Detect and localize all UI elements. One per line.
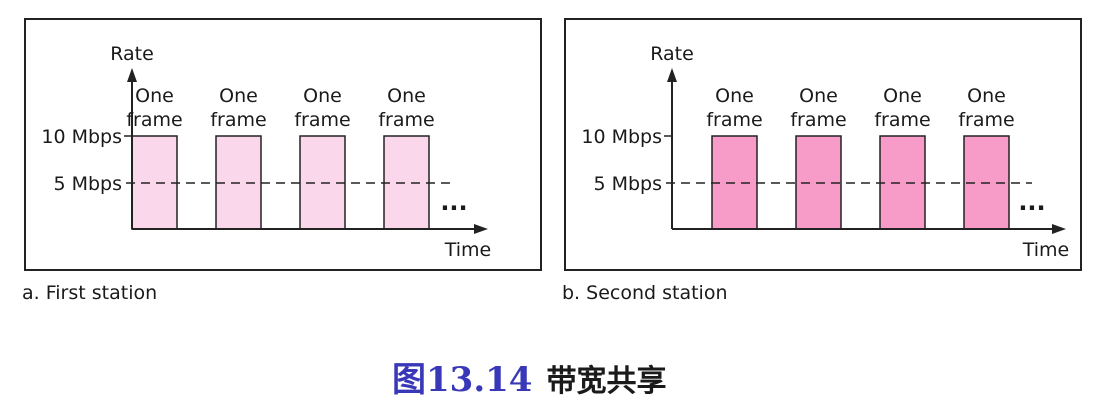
frame-label: One — [303, 85, 342, 107]
frame-label: frame — [210, 109, 266, 131]
frame-label: One — [967, 85, 1006, 107]
frame-label: One — [219, 85, 258, 107]
frame-label: One — [387, 85, 426, 107]
continuation-dots: ... — [1018, 188, 1045, 216]
frame-block — [383, 135, 430, 230]
tick-label-10mbps: 10 Mbps — [41, 126, 122, 148]
x-axis-label: Time — [1022, 239, 1070, 261]
frame-label: frame — [294, 109, 350, 131]
x-axis-arrow-icon — [474, 224, 488, 234]
y-axis-arrow-icon — [127, 68, 137, 82]
x-axis-label: Time — [444, 239, 492, 261]
frame-label: frame — [874, 109, 930, 131]
frame-label: One — [883, 85, 922, 107]
panel-first-station: Rate Time 10 Mbps 5 Mbps ... One frame One… — [24, 18, 542, 271]
frame-label: frame — [790, 109, 846, 131]
diagram-first-station: Rate Time 10 Mbps 5 Mbps ... OneframeOne… — [41, 43, 492, 261]
frame-label: One — [135, 85, 174, 107]
tick-label-10mbps: 10 Mbps — [581, 126, 662, 148]
tick-label-5mbps: 5 Mbps — [593, 173, 662, 195]
frame-label: frame — [378, 109, 434, 131]
tick-label-5mbps: 5 Mbps — [53, 173, 122, 195]
frame-label: One — [715, 85, 754, 107]
diagram-second-station: Rate Time 10 Mbps 5 Mbps ... OneframeOne… — [581, 43, 1070, 261]
y-axis-label: Rate — [110, 43, 154, 65]
frame-block — [879, 135, 926, 230]
caption-first-station: a. First station — [22, 282, 158, 304]
y-axis-arrow-icon — [667, 68, 677, 82]
y-axis-label: Rate — [650, 43, 694, 65]
continuation-dots: ... — [440, 188, 467, 216]
figure-title: 带宽共享 — [546, 364, 667, 399]
frame-block — [131, 135, 178, 230]
panel-second-station: Rate Time 10 Mbps 5 Mbps ... One frame One… — [564, 18, 1082, 271]
caption-second-station: b. Second station — [562, 282, 728, 304]
figure-caption: 图13.14 带宽共享 — [392, 352, 666, 401]
x-axis-arrow-icon — [1052, 224, 1066, 234]
figure-number: 图13.14 — [392, 360, 533, 400]
frame-label: One — [799, 85, 838, 107]
frame-label: frame — [126, 109, 182, 131]
frame-label: frame — [706, 109, 762, 131]
frame-label: frame — [958, 109, 1014, 131]
